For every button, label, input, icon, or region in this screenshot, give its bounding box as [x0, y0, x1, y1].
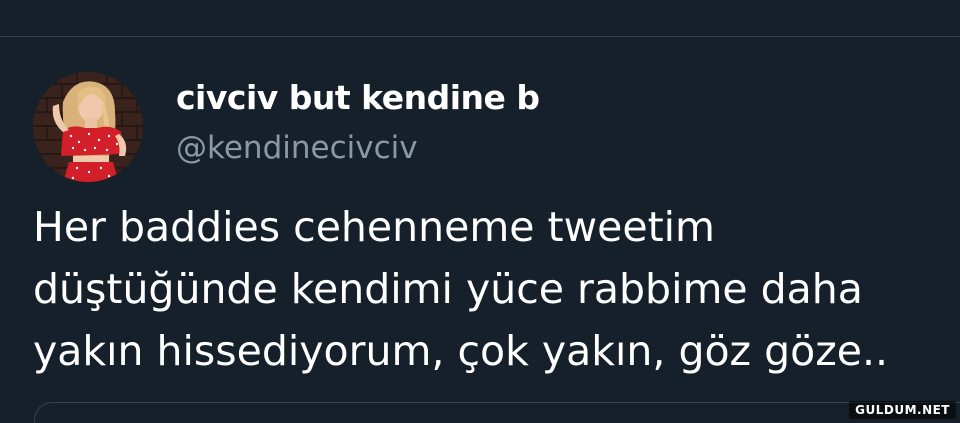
watermark: GULDUM.NET: [849, 401, 956, 419]
author-handle[interactable]: @kendinecivciv: [176, 130, 418, 166]
top-divider: [0, 36, 960, 37]
avatar-photo: [33, 72, 143, 182]
tweet-text-line: yakın hissediyorum, çok yakın, göz göze.…: [33, 327, 889, 375]
embedded-card-edge: [34, 402, 960, 423]
tweet-screenshot: civciv but kendine b @kendinecivciv Her …: [0, 0, 960, 423]
author-display-name[interactable]: civciv but kendine b: [176, 78, 540, 117]
tweet-text: Her baddies cehenneme tweetim düştüğünde…: [33, 196, 960, 382]
avatar[interactable]: [33, 72, 143, 182]
tweet-text-line: Her baddies cehenneme tweetim: [33, 203, 715, 251]
tweet-text-line: düştüğünde kendimi yüce rabbime daha: [33, 265, 863, 313]
